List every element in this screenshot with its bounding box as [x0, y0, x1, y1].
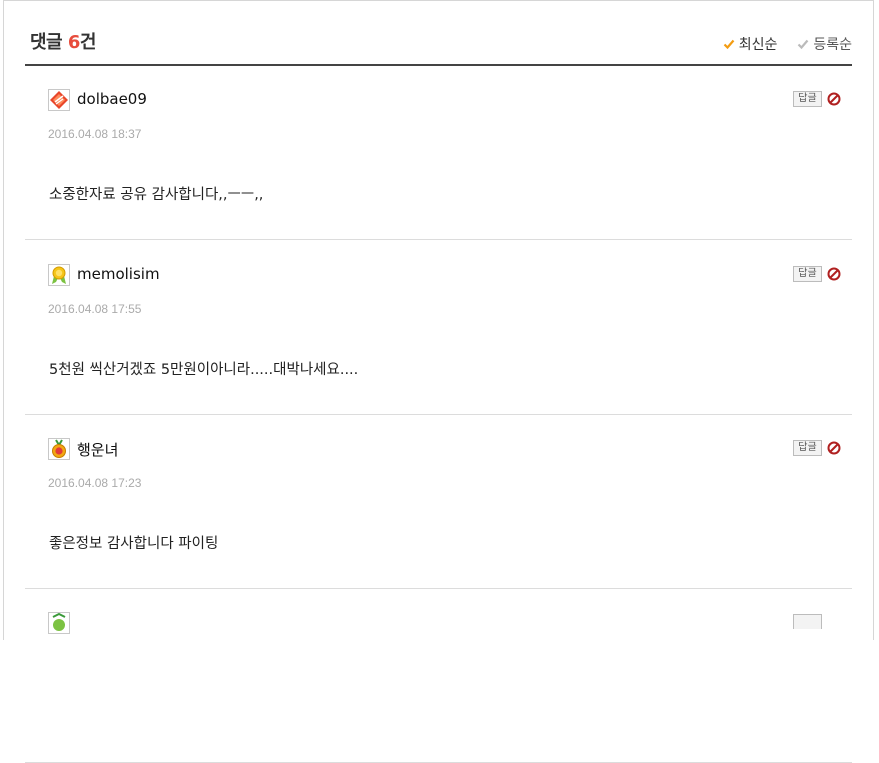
comment-author[interactable]: memolisim [77, 265, 160, 283]
sort-latest-label: 최신순 [738, 37, 778, 53]
comment-item: 행운녀 2016.04.08 17:23 좋은정보 감사합니다 파이팅 답글 [25, 414, 852, 589]
green-badge-icon [48, 612, 70, 634]
sort-latest-button[interactable]: 최신순 [723, 34, 778, 54]
comment-date: 2016.04.08 17:23 [48, 476, 142, 490]
title-suffix: 건 [79, 32, 97, 53]
comment-author[interactable]: dolbae09 [77, 90, 147, 108]
delete-icon[interactable] [827, 441, 841, 455]
check-icon [723, 39, 735, 50]
comment-item [25, 588, 852, 763]
comment-text: 소중한자료 공유 감사합니다,,ㅡㅡ,, [49, 187, 264, 203]
comment-text: 5천원 씩산거겠죠 5만원이아니라.....대박나세요.... [49, 362, 359, 378]
sort-registered-button[interactable]: 등록순 [797, 34, 852, 54]
comment-text: 좋은정보 감사합니다 파이팅 [49, 536, 219, 552]
delete-icon[interactable] [827, 267, 841, 281]
reply-button[interactable] [793, 614, 822, 629]
sort-options: 최신순 등록순 [723, 34, 852, 54]
comment-date: 2016.04.08 17:55 [48, 302, 142, 316]
delete-icon[interactable] [827, 92, 841, 106]
reply-button[interactable]: 답글 [793, 91, 822, 107]
gold-medal-badge-icon [48, 438, 70, 460]
check-icon [798, 39, 809, 50]
sort-registered-label: 등록순 [813, 37, 852, 53]
comment-item: dolbae09 2016.04.08 18:37 소중한자료 공유 감사합니다… [25, 65, 852, 240]
comment-header: 댓글 6건 최신순 등록순 [25, 28, 852, 66]
comment-author[interactable]: 행운녀 [77, 439, 118, 460]
gold-ribbon-badge-icon [48, 264, 70, 286]
comment-item: memolisim 2016.04.08 17:55 5천원 씩산거겠죠 5만원… [25, 240, 852, 415]
comment-count-title: 댓글 6건 [30, 28, 96, 54]
title-label: 댓글 [30, 32, 68, 53]
reply-button[interactable]: 답글 [793, 266, 822, 282]
comment-count: 6 [67, 32, 81, 53]
comment-date: 2016.04.08 18:37 [48, 127, 142, 141]
red-diamond-badge-icon [48, 89, 70, 111]
reply-button[interactable]: 답글 [793, 440, 822, 456]
